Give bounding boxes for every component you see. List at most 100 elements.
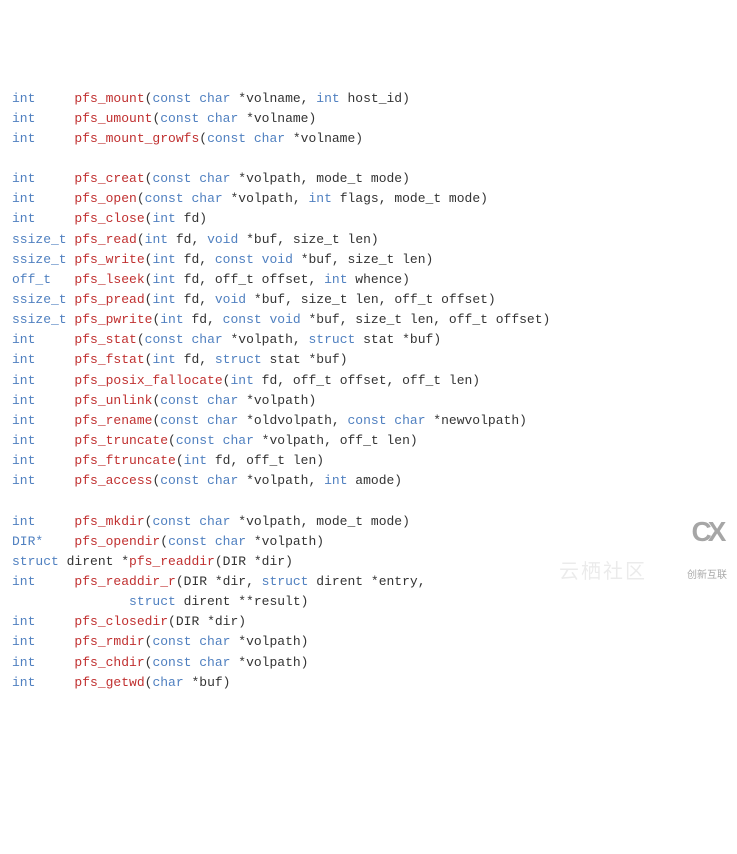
keyword: int <box>230 373 253 388</box>
code-line: int pfs_closedir(DIR *dir) <box>12 612 725 632</box>
function-name: pfs_unlink <box>74 393 152 408</box>
keyword: const char <box>168 534 246 549</box>
keyword: const void <box>215 252 293 267</box>
return-type: int <box>12 393 67 408</box>
return-type: DIR* <box>12 534 67 549</box>
return-type: int <box>12 373 67 388</box>
keyword: const char <box>347 413 425 428</box>
function-name: pfs_rmdir <box>74 634 144 649</box>
code-line: int pfs_mkdir(const char *volpath, mode_… <box>12 512 725 532</box>
keyword: int <box>316 91 339 106</box>
function-name: pfs_access <box>74 473 152 488</box>
function-name: pfs_fstat <box>74 352 144 367</box>
param-text: *volpath) <box>230 634 308 649</box>
param-text: fd, off_t offset, off_t len) <box>254 373 480 388</box>
function-name: pfs_rename <box>74 413 152 428</box>
code-line: int pfs_stat(const char *volpath, struct… <box>12 330 725 350</box>
param-text: stat *buf) <box>355 332 441 347</box>
keyword: const char <box>152 634 230 649</box>
code-line: off_t pfs_lseek(int fd, off_t offset, in… <box>12 270 725 290</box>
param-text: *volpath, <box>223 332 309 347</box>
return-type: ssize_t <box>12 292 67 307</box>
keyword: int <box>160 312 183 327</box>
code-line: int pfs_mount(const char *volname, int h… <box>12 89 725 109</box>
function-name: pfs_open <box>74 191 136 206</box>
code-line: int pfs_umount(const char *volname) <box>12 109 725 129</box>
code-block: int pfs_mount(const char *volname, int h… <box>12 89 725 693</box>
code-line: int pfs_truncate(const char *volpath, of… <box>12 431 725 451</box>
return-type: int <box>12 171 67 186</box>
keyword: const char <box>145 332 223 347</box>
code-line: int pfs_fstat(int fd, struct stat *buf) <box>12 350 725 370</box>
param-text: *oldvolpath, <box>238 413 347 428</box>
code-line: int pfs_access(const char *volpath, int … <box>12 471 725 491</box>
code-line: ssize_t pfs_pread(int fd, void *buf, siz… <box>12 290 725 310</box>
keyword: int <box>309 191 332 206</box>
param-text: *volpath) <box>246 534 324 549</box>
param-text: flags, mode_t mode) <box>332 191 488 206</box>
function-name: pfs_ftruncate <box>74 453 175 468</box>
code-line: ssize_t pfs_read(int fd, void *buf, size… <box>12 230 725 250</box>
code-line: ssize_t pfs_write(int fd, const void *bu… <box>12 250 725 270</box>
param-text: *volpath, mode_t mode) <box>230 171 409 186</box>
function-name: pfs_mount <box>74 91 144 106</box>
code-line: int pfs_getwd(char *buf) <box>12 673 725 693</box>
return-type: int <box>12 514 67 529</box>
code-line: int pfs_rename(const char *oldvolpath, c… <box>12 411 725 431</box>
keyword: const void <box>223 312 301 327</box>
return-type: int <box>12 211 67 226</box>
function-name: pfs_mount_growfs <box>74 131 199 146</box>
function-name: pfs_posix_fallocate <box>74 373 222 388</box>
return-type: int <box>12 131 67 146</box>
keyword: int <box>324 272 347 287</box>
function-name: pfs_closedir <box>74 614 168 629</box>
param-text: stat *buf) <box>262 352 348 367</box>
param-text: DIR *dir) <box>223 554 293 569</box>
function-name: pfs_lseek <box>74 272 144 287</box>
code-line: int pfs_close(int fd) <box>12 209 725 229</box>
param-text: *volpath) <box>238 393 316 408</box>
function-name: pfs_write <box>74 252 144 267</box>
code-line: struct dirent *pfs_readdir(DIR *dir) <box>12 552 725 572</box>
return-type: int <box>12 111 67 126</box>
function-name: pfs_mkdir <box>74 514 144 529</box>
param-text: dirent *entry, <box>308 574 425 589</box>
keyword: int <box>152 252 175 267</box>
keyword: int <box>152 352 175 367</box>
param-text: *buf, size_t len, off_t offset) <box>246 292 496 307</box>
code-line: int pfs_open(const char *volpath, int fl… <box>12 189 725 209</box>
param-text: *buf, size_t len) <box>238 232 378 247</box>
param-text: amode) <box>348 473 403 488</box>
keyword: int <box>152 211 175 226</box>
return-type: struct <box>12 554 59 569</box>
param-text: host_id) <box>340 91 410 106</box>
keyword: const char <box>207 131 285 146</box>
keyword: void <box>215 292 246 307</box>
param-text: *buf) <box>184 675 231 690</box>
return-type: int <box>12 655 67 670</box>
param-text: *volname) <box>285 131 363 146</box>
param-text: *volname) <box>238 111 316 126</box>
param-text: fd, <box>176 252 215 267</box>
param-text: DIR *dir) <box>176 614 246 629</box>
keyword: const char <box>152 91 230 106</box>
return-type: off_t <box>12 272 67 287</box>
keyword: struct <box>215 352 262 367</box>
param-text: fd, <box>176 352 215 367</box>
keyword: int <box>145 232 168 247</box>
return-type: int <box>12 191 67 206</box>
return-type: ssize_t <box>12 252 67 267</box>
return-type: int <box>12 91 67 106</box>
function-name: pfs_creat <box>74 171 144 186</box>
code-line <box>12 491 725 511</box>
param-text: *volpath, off_t len) <box>254 433 418 448</box>
keyword: const char <box>160 473 238 488</box>
function-name: pfs_chdir <box>74 655 144 670</box>
param-text: dirent **result) <box>176 594 309 609</box>
return-type: int <box>12 634 67 649</box>
code-line: int pfs_posix_fallocate(int fd, off_t of… <box>12 371 725 391</box>
return-type: int <box>12 433 67 448</box>
keyword: const char <box>152 171 230 186</box>
param-text: *volpath, <box>223 191 309 206</box>
param-text: *buf, size_t len, off_t offset) <box>301 312 551 327</box>
